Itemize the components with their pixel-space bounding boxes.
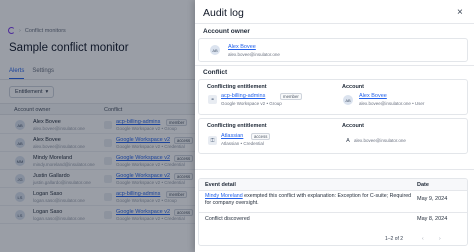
avatar: AB xyxy=(343,95,353,105)
account-icon: A xyxy=(343,136,353,146)
actor-link[interactable]: Mindy Moreland xyxy=(205,193,243,199)
event-date: May 8, 2024 xyxy=(417,216,448,222)
column-event-detail: Event detail xyxy=(205,182,236,188)
owner-card: AB Alex Bovee alex.bovee@insulator.one xyxy=(198,38,468,62)
event-table: Event detail Date Mindy Moreland exempte… xyxy=(198,178,468,246)
audit-log-drawer: Audit log × Account owner AB Alex Bovee … xyxy=(195,0,474,252)
status-badge: member xyxy=(280,93,302,100)
drawer-title: Audit log xyxy=(203,7,244,19)
conflicting-entitlement-label: Conflicting entitlement xyxy=(207,84,267,90)
event-table-header: Event detail Date xyxy=(199,179,467,191)
account-name-link[interactable]: Alex Bovee xyxy=(359,93,387,99)
owner-email: alex.bovee@insulator.one xyxy=(228,52,280,57)
divider xyxy=(195,65,474,66)
pagination-range: 1–2 of 2 xyxy=(385,236,404,242)
conflicting-entitlement-label: Conflicting entitlement xyxy=(207,123,267,129)
credential-icon: ⚿ xyxy=(208,136,217,145)
column-date: Date xyxy=(417,182,429,188)
account-email: alex.bovee@insulator.one xyxy=(354,138,406,143)
avatar: AB xyxy=(210,45,220,55)
group-icon: ⚭ xyxy=(208,95,217,104)
close-icon[interactable]: × xyxy=(457,7,463,18)
status-badge: access xyxy=(251,133,271,140)
next-page-icon[interactable]: › xyxy=(439,236,441,242)
owner-section-heading: Account owner xyxy=(203,28,250,35)
divider xyxy=(199,212,467,213)
event-row-text: Mindy Moreland exempted this conflict wi… xyxy=(205,193,415,207)
account-label: Account xyxy=(342,84,364,90)
conflict-card: Conflicting entitlement Account ⚿ Atlass… xyxy=(198,118,468,154)
account-source: alex.bovee@insulator.one • User xyxy=(359,101,425,106)
entitlement-source: Atlassian • Credential xyxy=(221,141,264,146)
entitlement-source: Google Workspace v2 • Group xyxy=(221,101,282,106)
account-label: Account xyxy=(342,123,364,129)
entitlement-link[interactable]: Atlassian xyxy=(221,133,243,139)
previous-page-icon[interactable]: ‹ xyxy=(422,236,424,242)
modal-backdrop[interactable] xyxy=(0,0,195,252)
event-row-text: Conflict discovered xyxy=(205,216,250,222)
conflict-card: Conflicting entitlement Account ⚭ acp-bi… xyxy=(198,79,468,115)
event-date: May 9, 2024 xyxy=(417,196,448,202)
divider xyxy=(195,169,474,170)
divider xyxy=(195,23,474,24)
owner-name-link[interactable]: Alex Bovee xyxy=(228,44,256,50)
entitlement-link[interactable]: acp-billing-admins xyxy=(221,93,265,99)
conflict-section-heading: Conflict xyxy=(203,69,228,76)
